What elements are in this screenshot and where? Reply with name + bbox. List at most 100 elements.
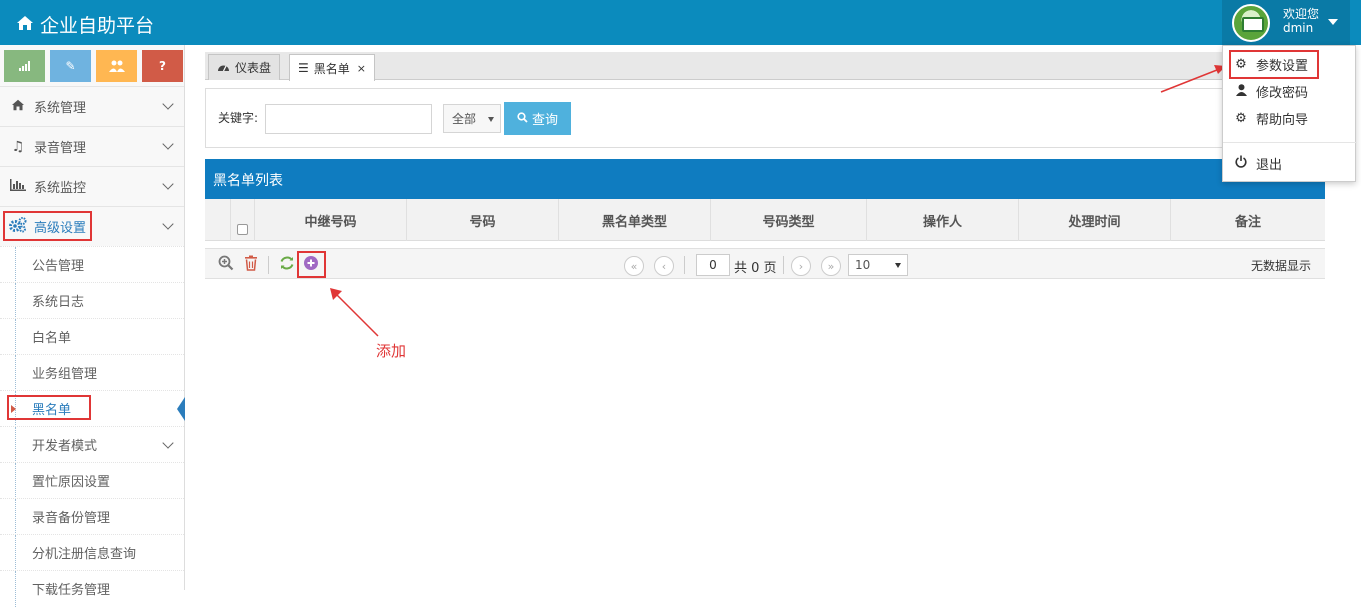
grid-header: 中继号码 号码 黑名单类型 号码类型 操作人 处理时间 备注 bbox=[205, 199, 1325, 241]
highlight-box bbox=[3, 211, 92, 241]
user-greeting: 欢迎您 bbox=[1283, 7, 1320, 21]
user-icon bbox=[1233, 83, 1249, 100]
caret-down-icon bbox=[488, 117, 494, 122]
list-icon: ☰ bbox=[298, 61, 309, 75]
sidebar: ✎ ? 系统管理 ♫ 录音管理 系统监控 高级设置 公告管理 系统日志 白名单 … bbox=[0, 45, 185, 607]
power-icon bbox=[1233, 155, 1249, 172]
sidebar-subitem-label: 系统日志 bbox=[32, 295, 85, 310]
chevron-down-icon bbox=[162, 98, 174, 110]
close-icon[interactable]: × bbox=[357, 62, 366, 75]
query-button[interactable]: 查询 bbox=[504, 102, 571, 135]
menu-item-help[interactable]: ⚙ 帮助向导 bbox=[1223, 105, 1357, 132]
column-header[interactable]: 号码类型 bbox=[711, 199, 867, 241]
menu-item-label: 修改密码 bbox=[1256, 86, 1309, 101]
avatar bbox=[1232, 4, 1270, 42]
tab-blacklist[interactable]: ☰ 黑名单 × bbox=[289, 54, 375, 81]
user-name: dmin bbox=[1283, 21, 1314, 35]
tab-label: 仪表盘 bbox=[235, 61, 272, 75]
signal-icon[interactable] bbox=[4, 50, 45, 82]
column-header[interactable]: 操作人 bbox=[867, 199, 1019, 241]
chevron-down-icon bbox=[162, 437, 174, 449]
sidebar-subitem-label: 置忙原因设置 bbox=[32, 475, 111, 490]
grid-title: 黑名单列表 bbox=[205, 159, 1325, 199]
annotation-arrow bbox=[330, 288, 379, 337]
user-dropdown-menu: ⚙ 参数设置 修改密码 ⚙ 帮助向导 退出 bbox=[1222, 45, 1357, 182]
sidebar-subitem-label: 分机注册信息查询 bbox=[32, 547, 137, 562]
menu-item-label: 帮助向导 bbox=[1256, 113, 1309, 128]
sidebar-shortcuts: ✎ ? bbox=[4, 50, 183, 82]
dashboard-icon bbox=[217, 61, 230, 75]
zoom-in-icon[interactable] bbox=[218, 255, 234, 275]
menu-item-label: 退出 bbox=[1256, 158, 1283, 173]
caret-down-icon bbox=[895, 263, 901, 268]
sidebar-subitem-syslog[interactable]: 系统日志 bbox=[0, 282, 184, 319]
select-all-checkbox[interactable] bbox=[237, 223, 248, 235]
tab-dashboard[interactable]: 仪表盘 bbox=[208, 54, 281, 80]
sidebar-subitem-label: 录音备份管理 bbox=[32, 511, 111, 526]
keyword-input[interactable] bbox=[265, 104, 432, 134]
menu-item-logout[interactable]: 退出 bbox=[1223, 150, 1357, 177]
home-icon bbox=[9, 99, 27, 115]
column-header[interactable]: 处理时间 bbox=[1019, 199, 1171, 241]
sidebar-subitem-announcement[interactable]: 公告管理 bbox=[0, 246, 184, 283]
users-icon[interactable] bbox=[96, 50, 137, 82]
top-navbar: 企业自助平台 欢迎您 dmin bbox=[0, 0, 1361, 45]
annotation-label: 添加 bbox=[376, 342, 407, 360]
tab-label: 黑名单 bbox=[313, 61, 350, 76]
sidebar-subitem-label: 下载任务管理 bbox=[32, 583, 111, 598]
sidebar-item-system[interactable]: 系统管理 bbox=[0, 86, 184, 126]
search-icon bbox=[517, 111, 528, 126]
page-size-value: 10 bbox=[855, 258, 871, 272]
sidebar-item-recording[interactable]: ♫ 录音管理 bbox=[0, 126, 184, 166]
sidebar-subitem-developer[interactable]: 开发者模式 bbox=[0, 426, 184, 463]
trash-icon[interactable] bbox=[244, 255, 258, 275]
column-header[interactable]: 号码 bbox=[407, 199, 559, 241]
highlight-box bbox=[7, 395, 91, 420]
tab-bar: 仪表盘 ☰ 黑名单 × bbox=[205, 52, 1325, 81]
highlight-box bbox=[1229, 50, 1319, 79]
column-header[interactable]: 备注 bbox=[1171, 199, 1325, 241]
select-all-checkbox-cell bbox=[231, 199, 255, 241]
pencil-icon[interactable]: ✎ bbox=[50, 50, 91, 82]
grid-pager: « ‹ 0 共 0 页 › » 10 无数据显示 bbox=[205, 248, 1325, 279]
sidebar-subitem-label: 公告管理 bbox=[32, 259, 85, 274]
sidebar-subitem-label: 白名单 bbox=[32, 331, 72, 346]
sidebar-subitem-whitelist[interactable]: 白名单 bbox=[0, 318, 184, 355]
keyword-label: 关键字: bbox=[218, 111, 259, 125]
sidebar-item-label: 系统监控 bbox=[34, 181, 87, 196]
sidebar-subitem-download-tasks[interactable]: 下载任务管理 bbox=[0, 570, 184, 607]
active-indicator bbox=[177, 397, 185, 421]
menu-item-change-password[interactable]: 修改密码 bbox=[1223, 78, 1357, 105]
prev-page-button[interactable]: ‹ bbox=[654, 256, 674, 276]
page-size-select[interactable]: 10 bbox=[848, 254, 908, 276]
sidebar-subitem-recording-backup[interactable]: 录音备份管理 bbox=[0, 498, 184, 535]
highlight-box bbox=[297, 251, 326, 278]
query-button-label: 查询 bbox=[531, 112, 558, 127]
refresh-icon[interactable] bbox=[279, 255, 295, 275]
sidebar-subitem-extension-query[interactable]: 分机注册信息查询 bbox=[0, 534, 184, 571]
last-page-button[interactable]: » bbox=[821, 256, 841, 276]
scope-select[interactable]: 全部 bbox=[443, 104, 501, 133]
user-menu-toggle[interactable]: 欢迎您 dmin bbox=[1222, 0, 1350, 45]
app-title: 企业自助平台 bbox=[40, 15, 155, 37]
page-number-input[interactable]: 0 bbox=[696, 254, 730, 276]
sidebar-subitem-busy-reason[interactable]: 置忙原因设置 bbox=[0, 462, 184, 499]
scope-select-value: 全部 bbox=[452, 112, 477, 126]
column-header[interactable]: 中继号码 bbox=[255, 199, 407, 241]
sidebar-subitem-label: 业务组管理 bbox=[32, 367, 98, 382]
chevron-down-icon bbox=[162, 138, 174, 150]
next-page-button[interactable]: › bbox=[791, 256, 811, 276]
empty-status-text: 无数据显示 bbox=[1250, 259, 1311, 273]
sidebar-item-monitor[interactable]: 系统监控 bbox=[0, 166, 184, 206]
caret-down-icon bbox=[1328, 19, 1338, 25]
brand[interactable]: 企业自助平台 bbox=[16, 11, 154, 38]
column-header[interactable]: 黑名单类型 bbox=[559, 199, 711, 241]
question-icon[interactable]: ? bbox=[142, 50, 183, 82]
first-page-button[interactable]: « bbox=[624, 256, 644, 276]
home-icon bbox=[16, 14, 34, 36]
sidebar-subitem-business-group[interactable]: 业务组管理 bbox=[0, 354, 184, 391]
menu-divider bbox=[1223, 142, 1357, 143]
annotation-arrow bbox=[1160, 65, 1226, 93]
music-icon: ♫ bbox=[11, 138, 25, 155]
page-total: 共 0 页 bbox=[734, 261, 777, 276]
